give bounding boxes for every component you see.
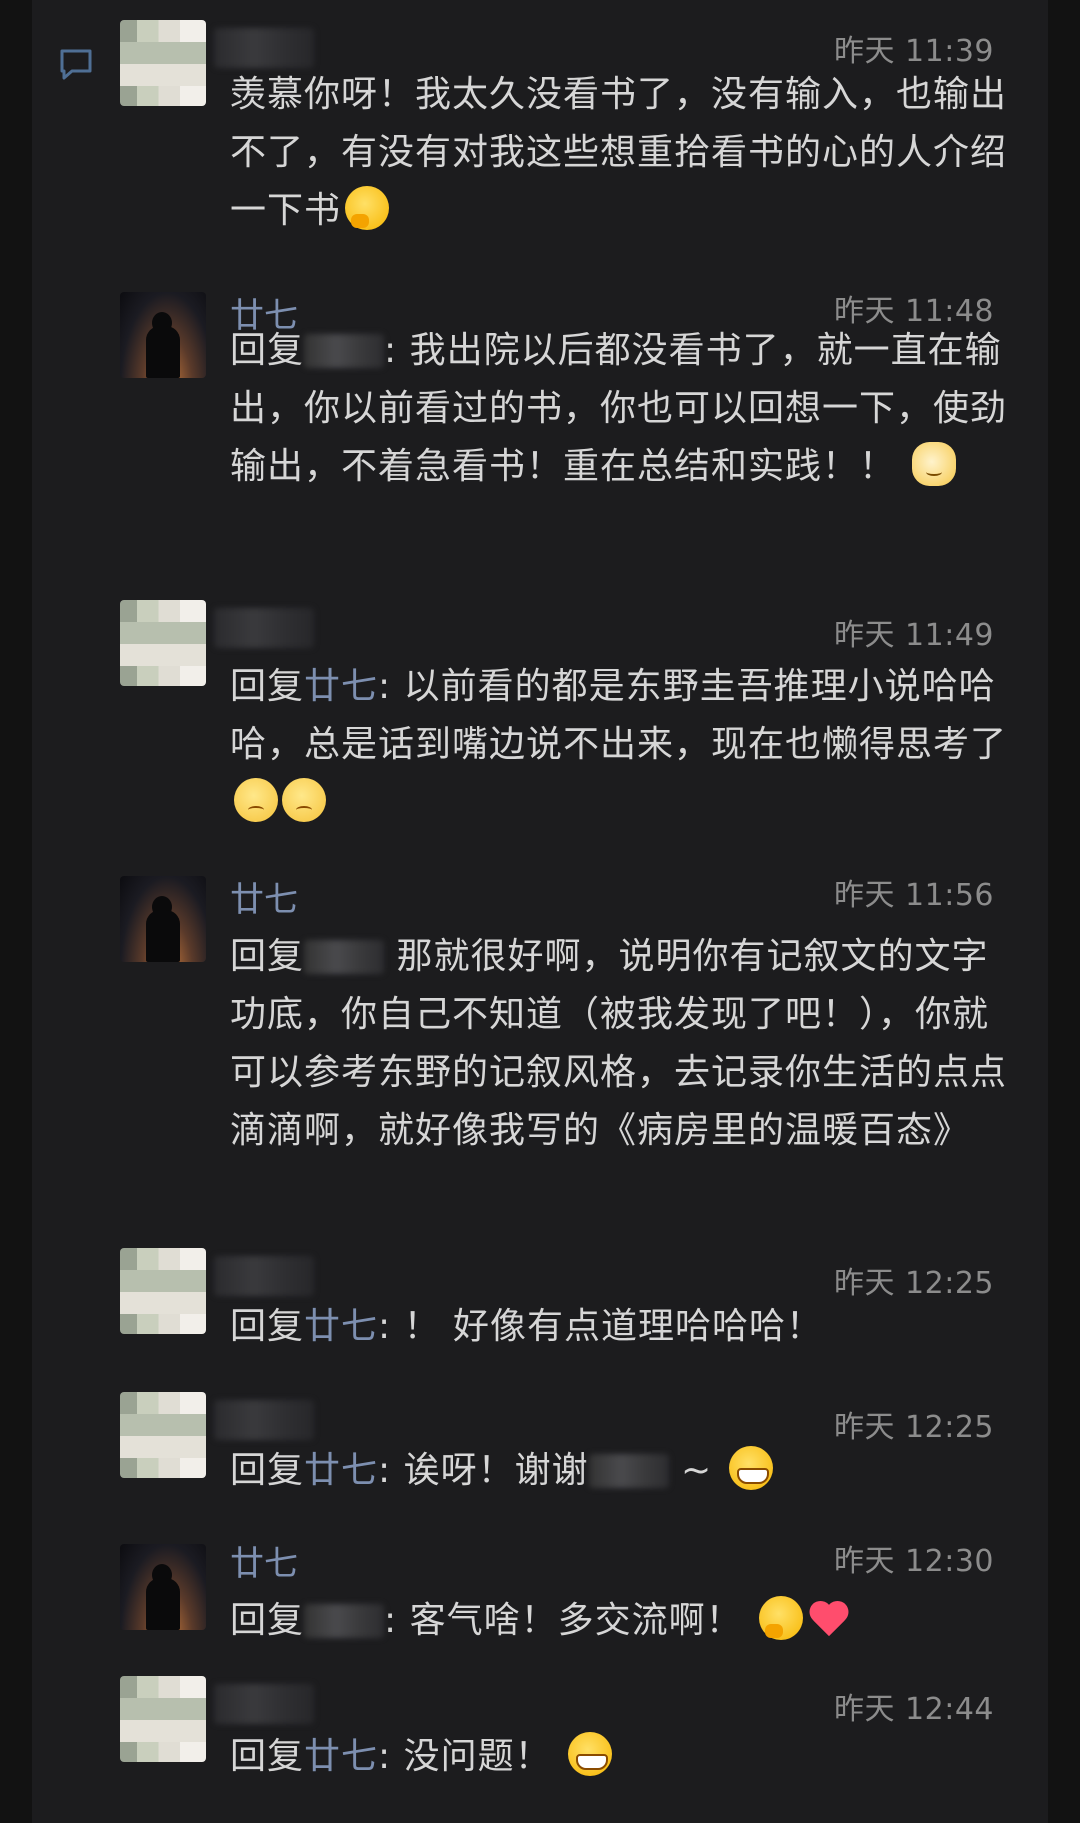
reply-prefix: 回复 [230, 330, 305, 371]
avatar[interactable] [120, 876, 206, 962]
blurred-reply-target [304, 334, 385, 368]
reply-prefix: 回复 [230, 1450, 305, 1491]
author-name[interactable]: 廿七 [230, 1536, 298, 1585]
reply-prefix: 回复 [230, 1306, 305, 1347]
worried-emoji-icon [282, 778, 326, 822]
comment-text[interactable]: 回复: 我出院以后都没看书了，就一直在输出，你以前看过的书，你也可以回想一下，使… [230, 322, 1010, 496]
comment-text[interactable]: 回复廿七: 以前看的都是东野圭吾推理小说哈哈哈，总是话到嘴边说不出来，现在也懒得… [230, 658, 1010, 832]
timestamp: 昨天 12:30 [834, 1544, 994, 1579]
avatar[interactable] [120, 1544, 206, 1630]
author-name-blurred[interactable] [214, 608, 314, 648]
reply-target[interactable]: 廿七 [304, 666, 378, 707]
comment-text[interactable]: 回复廿七: 没问题！ [230, 1728, 1010, 1786]
blurred-reply-target [304, 1604, 385, 1638]
comment-text[interactable]: 羡慕你呀！我太久没看书了，没有输入，也输出不了，有没有对我这些想重拾看书的心的人… [230, 66, 1010, 240]
avatar[interactable] [120, 292, 206, 378]
comment-body: : 诶呀！谢谢 [378, 1450, 589, 1491]
comment-body: : 没问题！ [378, 1736, 552, 1777]
reply-prefix: 回复 [230, 1736, 305, 1777]
grin-emoji-icon [568, 1732, 613, 1776]
comment-body-tail: ~ [668, 1450, 713, 1491]
comment-body: : 客气啥！多交流啊！ [384, 1600, 743, 1641]
avatar[interactable] [120, 20, 206, 106]
timestamp: 昨天 12:44 [834, 1692, 994, 1727]
avatar[interactable] [120, 1676, 206, 1762]
timestamp: 昨天 11:49 [834, 618, 994, 653]
cat-emoji-icon [912, 442, 957, 486]
author-name-blurred[interactable] [214, 1256, 314, 1296]
comment-body: : ！ 好像有点道理哈哈哈！ [378, 1306, 824, 1347]
comment-text[interactable]: 回复 那就很好啊，说明你有记叙文的文字功底，你自己不知道（被我发现了吧！），你就… [230, 928, 1010, 1160]
timestamp: 昨天 11:56 [834, 878, 994, 913]
reply-target[interactable]: 廿七 [304, 1450, 378, 1491]
worried-emoji-icon [234, 778, 278, 822]
timestamp: 昨天 12:25 [834, 1410, 994, 1445]
reply-prefix: 回复 [230, 666, 305, 707]
reply-prefix: 回复 [230, 1600, 305, 1641]
author-name-blurred[interactable] [214, 1684, 314, 1724]
smirk-emoji-icon [345, 186, 390, 230]
comment-text[interactable]: 回复廿七: 诶呀！谢谢 ~ [230, 1442, 1010, 1500]
reply-target[interactable]: 廿七 [304, 1306, 378, 1347]
comment-bubble-icon [60, 49, 92, 80]
timestamp: 昨天 12:25 [834, 1266, 994, 1301]
comment-text[interactable]: 回复廿七: ！ 好像有点道理哈哈哈！ [230, 1298, 1010, 1356]
comment-text[interactable]: 回复 : 客气啥！多交流啊！ [230, 1592, 1010, 1650]
author-name-blurred[interactable] [214, 1400, 314, 1440]
author-name[interactable]: 廿七 [230, 872, 298, 921]
blurred-reply-target [304, 940, 385, 974]
reply-prefix: 回复 [230, 936, 305, 977]
avatar[interactable] [120, 1248, 206, 1334]
grin-emoji-icon [728, 1446, 773, 1490]
timestamp: 昨天 11:39 [834, 34, 994, 69]
reply-target[interactable]: 廿七 [304, 1736, 378, 1777]
avatar[interactable] [120, 600, 206, 686]
author-name-blurred[interactable] [214, 28, 314, 68]
avatar[interactable] [120, 1392, 206, 1478]
heart-emoji-icon [807, 1596, 851, 1640]
blurred-name [588, 1454, 669, 1488]
smirk-emoji-icon [759, 1596, 804, 1640]
